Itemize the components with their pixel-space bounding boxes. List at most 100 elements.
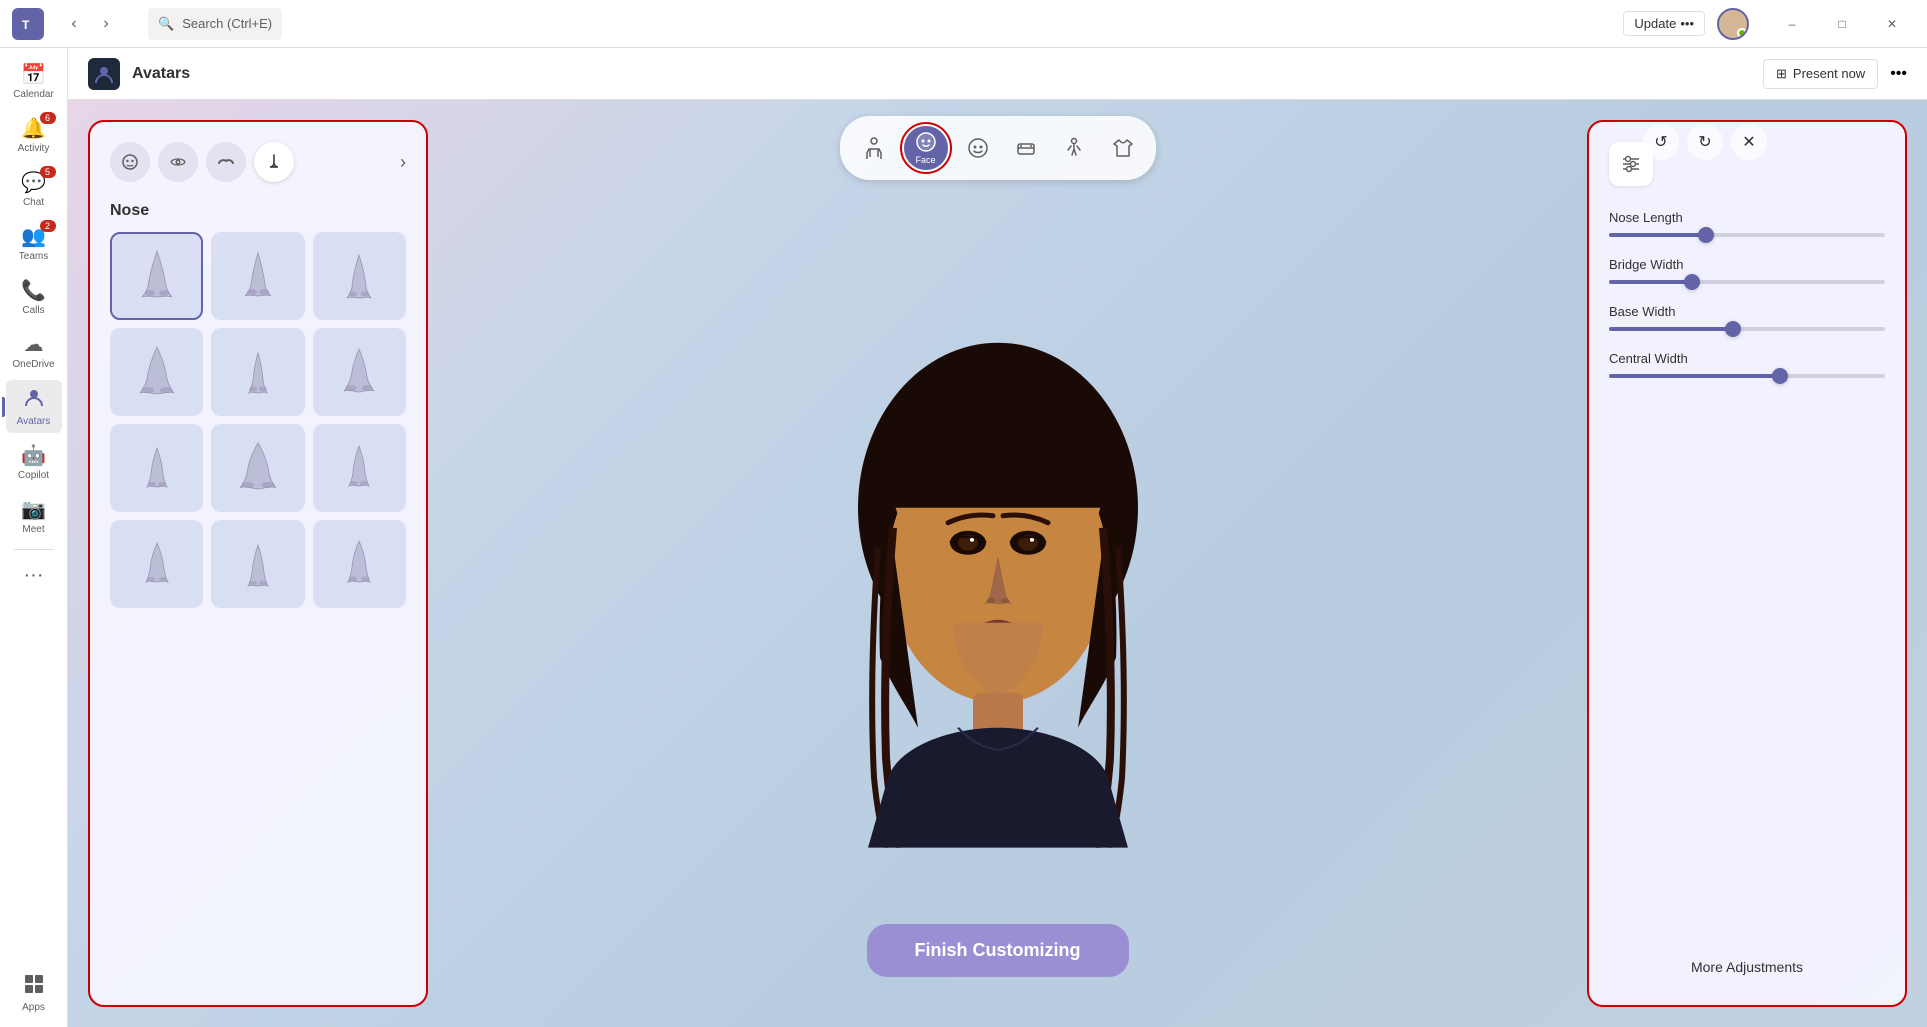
nav-arrows: ‹ ›: [60, 10, 120, 38]
header-actions: ⊞ Present now •••: [1763, 59, 1907, 89]
customizer-area: Face: [68, 100, 1927, 1027]
toolbar-accessories-button[interactable]: [1004, 126, 1048, 170]
redo-button[interactable]: ↻: [1687, 124, 1723, 160]
central-width-track[interactable]: [1609, 374, 1885, 378]
nose-length-thumb[interactable]: [1698, 227, 1714, 243]
apps-icon: [24, 974, 44, 1000]
teams-badge: 2: [40, 220, 56, 232]
forward-button[interactable]: ›: [92, 10, 120, 38]
top-toolbar: Face: [840, 116, 1156, 180]
bridge-width-section: Bridge Width: [1609, 257, 1885, 284]
maximize-button[interactable]: □: [1819, 8, 1865, 40]
content-area: Avatars ⊞ Present now •••: [68, 48, 1927, 1027]
face-tabs: ›: [110, 142, 406, 182]
face-tab-eyebrows[interactable]: [206, 142, 246, 182]
close-button[interactable]: ✕: [1869, 8, 1915, 40]
base-width-label: Base Width: [1609, 304, 1885, 319]
back-button[interactable]: ‹: [60, 10, 88, 38]
chat-badge: 5: [40, 166, 56, 178]
search-icon: 🔍: [158, 16, 174, 32]
bridge-width-fill: [1609, 280, 1692, 284]
sidebar-item-apps[interactable]: Apps: [6, 968, 62, 1019]
header-more-button[interactable]: •••: [1890, 65, 1907, 83]
bridge-width-track[interactable]: [1609, 280, 1885, 284]
nose-item-11[interactable]: [211, 520, 304, 608]
sidebar-item-onedrive[interactable]: ☁ OneDrive: [6, 326, 62, 376]
toolbar-pose-button[interactable]: [1052, 126, 1096, 170]
left-panel: › Nose: [88, 120, 428, 1007]
toolbar-body-button[interactable]: [852, 126, 896, 170]
nose-item-4[interactable]: [110, 328, 203, 416]
toolbar-expressions-button[interactable]: [956, 126, 1000, 170]
avatar-center: [808, 327, 1188, 852]
meet-icon: 📷: [21, 497, 46, 522]
bridge-width-label: Bridge Width: [1609, 257, 1885, 272]
sidebar-item-more[interactable]: ···: [6, 558, 62, 593]
online-status-dot: [1737, 28, 1747, 38]
toolbar-face-button[interactable]: Face: [904, 126, 948, 170]
minimize-button[interactable]: –: [1769, 8, 1815, 40]
sidebar-label-apps: Apps: [22, 1002, 45, 1013]
sidebar-item-chat[interactable]: 💬 5 Chat: [6, 164, 62, 214]
sidebar-item-meet[interactable]: 📷 Meet: [6, 491, 62, 541]
sidebar-item-teams[interactable]: 👥 2 Teams: [6, 218, 62, 268]
window-controls: – □ ✕: [1769, 8, 1915, 40]
search-bar[interactable]: 🔍 Search (Ctrl+E): [148, 8, 282, 40]
nose-item-6[interactable]: [313, 328, 406, 416]
user-avatar[interactable]: [1717, 8, 1749, 40]
update-button[interactable]: Update •••: [1623, 11, 1705, 36]
toolbar-clothing-button[interactable]: [1100, 126, 1144, 170]
nose-item-2[interactable]: [211, 232, 304, 320]
sidebar-item-calls[interactable]: 📞 Calls: [6, 272, 62, 322]
app-header: Avatars ⊞ Present now •••: [68, 48, 1927, 100]
sidebar-item-activity[interactable]: 🔔 6 Activity: [6, 110, 62, 160]
main-layout: 📅 Calendar 🔔 6 Activity 💬 5 Chat 👥 2 Tea…: [0, 48, 1927, 1027]
title-bar-left: T ‹ › 🔍 Search (Ctrl+E): [12, 8, 302, 40]
sidebar-item-copilot[interactable]: 🤖 Copilot: [6, 437, 62, 487]
app-title: Avatars: [132, 65, 190, 83]
sidebar-label-onedrive: OneDrive: [12, 359, 54, 370]
search-placeholder: Search (Ctrl+E): [182, 16, 272, 31]
activity-badge: 6: [40, 112, 56, 124]
present-label: Present now: [1793, 66, 1865, 81]
base-width-thumb[interactable]: [1725, 321, 1741, 337]
teams-logo-icon: T: [12, 8, 44, 40]
nose-item-8[interactable]: [211, 424, 304, 512]
more-adjustments-button[interactable]: More Adjustments: [1609, 949, 1885, 985]
base-width-track[interactable]: [1609, 327, 1885, 331]
nose-item-10[interactable]: [110, 520, 203, 608]
nose-item-7[interactable]: [110, 424, 203, 512]
face-tab-nose[interactable]: [254, 142, 294, 182]
undo-button[interactable]: ↺: [1643, 124, 1679, 160]
close-customizer-button[interactable]: ✕: [1731, 124, 1767, 160]
nose-item-1[interactable]: [110, 232, 203, 320]
sidebar-label-meet: Meet: [22, 524, 44, 535]
nose-grid: [110, 232, 406, 608]
calendar-icon: 📅: [21, 62, 46, 87]
finish-customizing-button[interactable]: Finish Customizing: [867, 924, 1129, 977]
nose-item-5[interactable]: [211, 328, 304, 416]
sidebar-label-calendar: Calendar: [13, 89, 54, 100]
calls-icon: 📞: [21, 278, 46, 303]
sidebar-item-avatars[interactable]: Avatars: [6, 380, 62, 433]
sidebar: 📅 Calendar 🔔 6 Activity 💬 5 Chat 👥 2 Tea…: [0, 48, 68, 1027]
svg-text:T: T: [22, 18, 30, 32]
base-width-section: Base Width: [1609, 304, 1885, 331]
nose-item-12[interactable]: [313, 520, 406, 608]
sidebar-item-calendar[interactable]: 📅 Calendar: [6, 56, 62, 106]
right-toolbar: ↺ ↻ ✕: [1643, 124, 1767, 160]
central-width-thumb[interactable]: [1772, 368, 1788, 384]
face-tab-next[interactable]: ›: [400, 152, 406, 173]
sidebar-label-avatars: Avatars: [17, 416, 51, 427]
face-tab-overall[interactable]: [110, 142, 150, 182]
face-tab-label: Face: [915, 155, 935, 165]
nose-length-track[interactable]: [1609, 233, 1885, 237]
nose-item-9[interactable]: [313, 424, 406, 512]
bridge-width-thumb[interactable]: [1684, 274, 1700, 290]
title-bar-right: Update ••• – □ ✕: [1623, 8, 1915, 40]
update-dots: •••: [1680, 16, 1694, 31]
face-tab-eyes[interactable]: [158, 142, 198, 182]
nose-item-3[interactable]: [313, 232, 406, 320]
central-width-label: Central Width: [1609, 351, 1885, 366]
present-now-button[interactable]: ⊞ Present now: [1763, 59, 1878, 89]
